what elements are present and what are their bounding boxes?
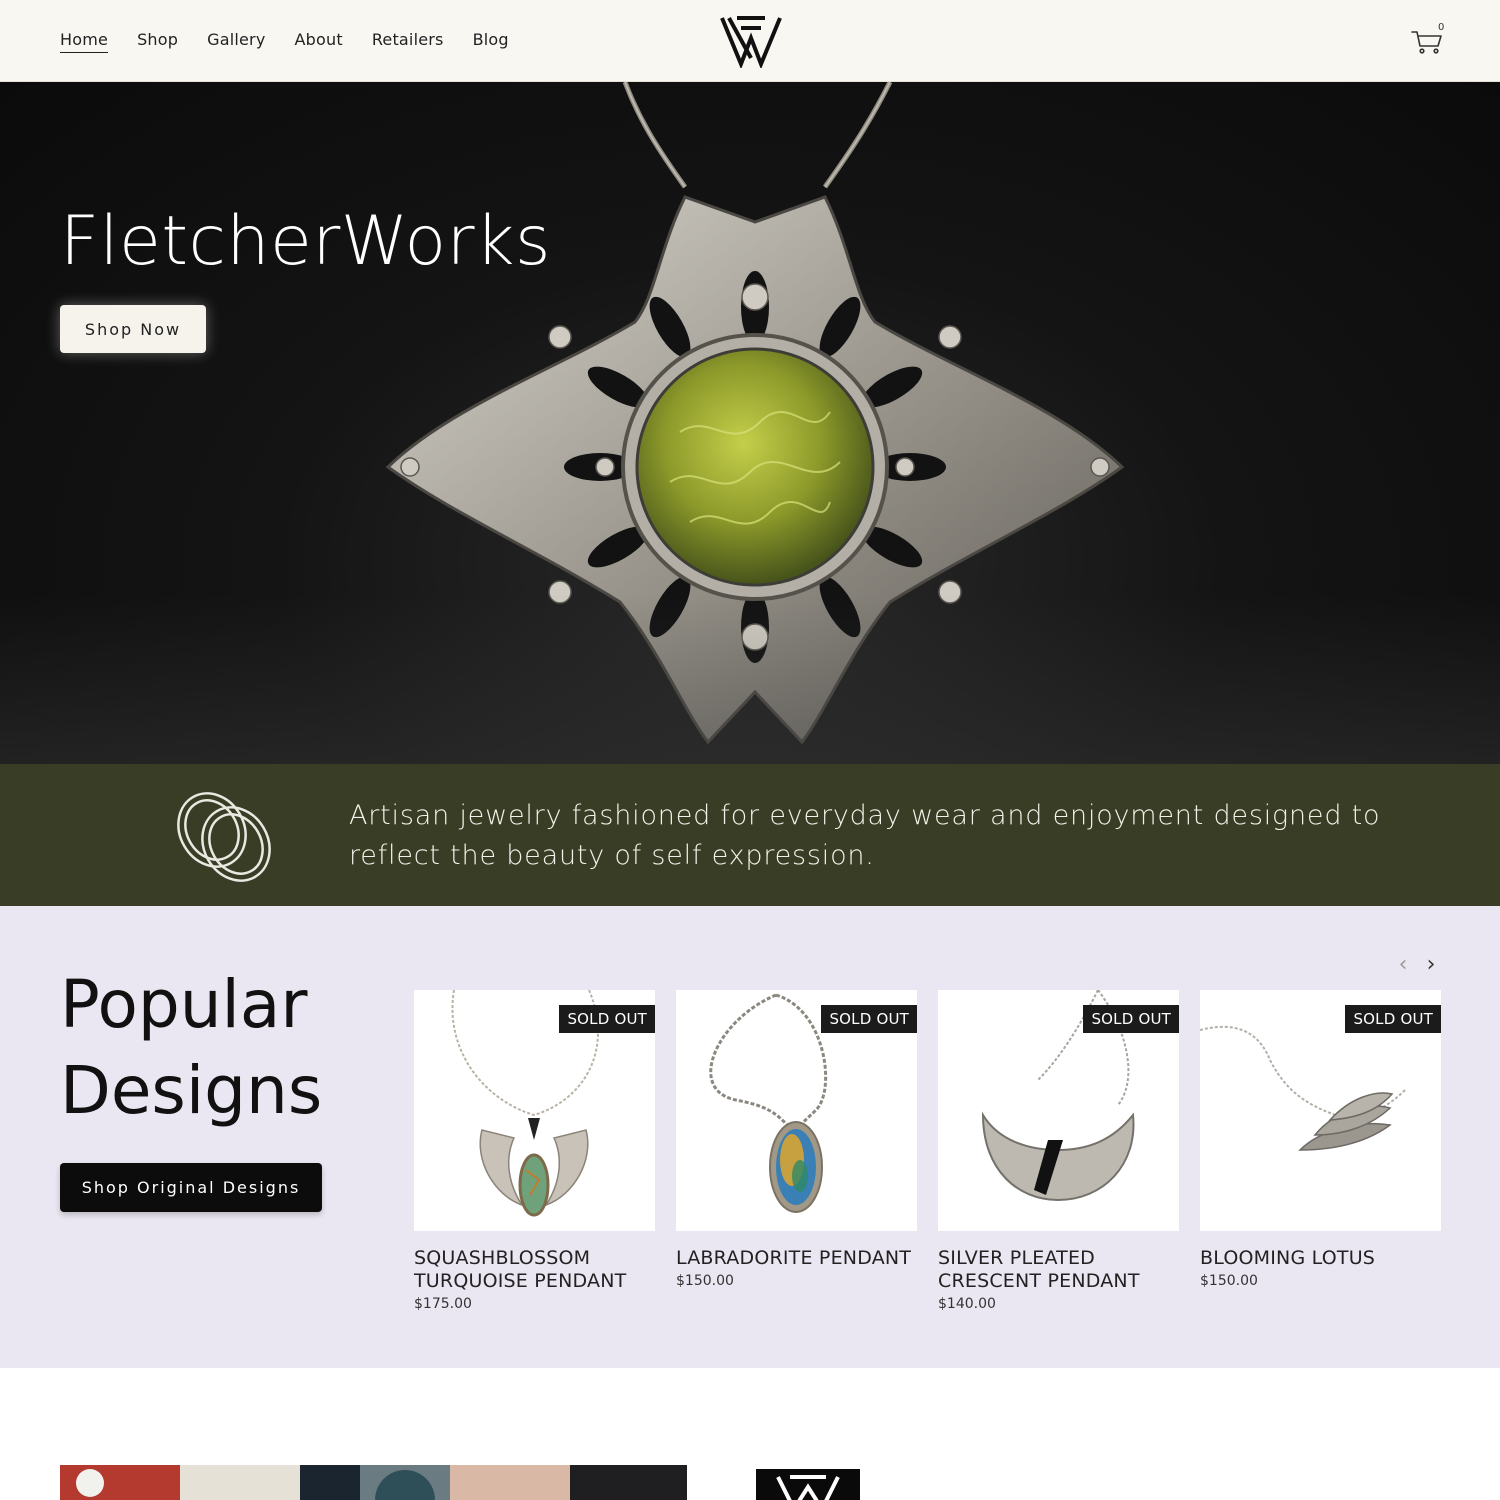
- product-card[interactable]: SOLD OUT BLOOMING LOTUS $150.00: [1200, 990, 1441, 1293]
- chevron-left-icon[interactable]: ‹: [1393, 954, 1413, 977]
- sold-out-badge: SOLD OUT: [1345, 1005, 1441, 1033]
- product-price: $150.00: [1200, 1273, 1258, 1289]
- nav-about[interactable]: About: [295, 30, 343, 53]
- product-image[interactable]: SOLD OUT: [676, 990, 917, 1231]
- product-card[interactable]: SOLD OUT LABRADORITE PENDANT $150.00: [676, 990, 917, 1293]
- product-image[interactable]: SOLD OUT: [414, 990, 655, 1231]
- shop-original-designs-button[interactable]: Shop Original Designs: [60, 1163, 322, 1212]
- nav-retailers[interactable]: Retailers: [372, 30, 444, 53]
- fletcherworks-monogram-icon[interactable]: [719, 14, 783, 68]
- site-header: Home Shop Gallery About Retailers Blog 0: [0, 0, 1500, 82]
- product-image[interactable]: SOLD OUT: [938, 990, 1179, 1231]
- nav-gallery[interactable]: Gallery: [207, 30, 265, 53]
- product-price: $150.00: [676, 1273, 734, 1289]
- sold-out-badge: SOLD OUT: [821, 1005, 917, 1033]
- hero-title: FletcherWorks: [60, 202, 551, 281]
- rings-icon: [177, 792, 271, 882]
- product-name[interactable]: LABRADORITE PENDANT: [676, 1247, 917, 1270]
- product-name[interactable]: SQUASHBLOSSOM TURQUOISE PENDANT: [414, 1247, 655, 1293]
- main-nav: Home Shop Gallery About Retailers Blog: [60, 0, 509, 82]
- product-name[interactable]: SILVER PLEATED CRESCENT PENDANT: [938, 1247, 1179, 1293]
- nav-home[interactable]: Home: [60, 30, 109, 53]
- nav-blog[interactable]: Blog: [473, 30, 509, 53]
- product-price: $140.00: [938, 1296, 996, 1312]
- product-card[interactable]: SOLD OUT SQUASHBLOSSOM TURQUOISE PENDANT…: [414, 990, 655, 1316]
- product-image[interactable]: SOLD OUT: [1200, 990, 1441, 1231]
- sold-out-badge: SOLD OUT: [1083, 1005, 1179, 1033]
- sold-out-badge: SOLD OUT: [559, 1005, 655, 1033]
- nav-shop[interactable]: Shop: [137, 30, 178, 53]
- product-name[interactable]: BLOOMING LOTUS: [1200, 1247, 1441, 1270]
- chevron-right-icon[interactable]: ›: [1421, 954, 1441, 977]
- fletcherworks-logo-tile: [756, 1469, 860, 1500]
- popular-designs-section: Popular Designs Shop Original Designs ‹ …: [0, 906, 1500, 1368]
- cart-count: 0: [1438, 22, 1445, 33]
- product-card[interactable]: SOLD OUT SILVER PLEATED CRESCENT PENDANT…: [938, 990, 1179, 1316]
- section-title: Popular Designs: [60, 966, 323, 1129]
- silver-pendant-image: [385, 82, 1125, 745]
- hero-banner: FletcherWorks Shop Now: [0, 82, 1500, 764]
- tagline-text: Artisan jewelry fashioned for everyday w…: [349, 800, 1381, 871]
- product-price: $175.00: [414, 1296, 472, 1312]
- shop-now-button[interactable]: Shop Now: [60, 305, 206, 353]
- studio-collage-image: [60, 1465, 687, 1500]
- tagline-band: Artisan jewelry fashioned for everyday w…: [0, 764, 1500, 906]
